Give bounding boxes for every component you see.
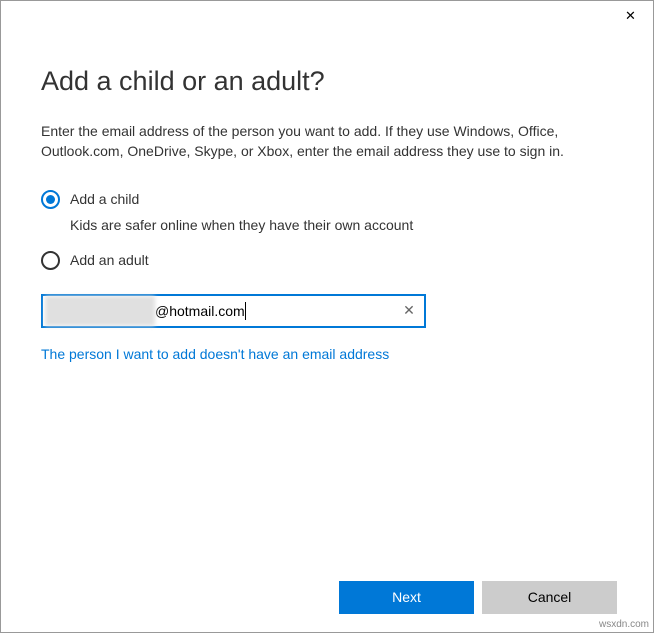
dialog-description: Enter the email address of the person yo… [41, 121, 613, 162]
close-button[interactable]: ✕ [608, 1, 653, 31]
text-caret [245, 302, 246, 320]
radio-label-child: Add a child [70, 191, 139, 207]
cancel-button[interactable]: Cancel [482, 581, 617, 614]
dialog-content: Add a child or an adult? Enter the email… [1, 31, 653, 562]
radio-add-adult[interactable]: Add an adult [41, 251, 613, 270]
titlebar: ✕ [1, 1, 653, 31]
email-input-wrapper[interactable]: @hotmail.com ✕ [41, 294, 426, 328]
attribution-text: wsxdn.com [599, 619, 649, 630]
no-email-link[interactable]: The person I want to add doesn't have an… [41, 346, 613, 362]
radio-add-child[interactable]: Add a child [41, 190, 613, 209]
next-button[interactable]: Next [339, 581, 474, 614]
clear-input-button[interactable]: ✕ [394, 296, 424, 326]
dialog-heading: Add a child or an adult? [41, 66, 613, 97]
radio-hint-child: Kids are safer online when they have the… [70, 217, 613, 233]
email-redacted-portion [45, 296, 155, 326]
close-icon: ✕ [625, 8, 636, 24]
radio-dot-icon [46, 195, 55, 204]
radio-indicator-adult [41, 251, 60, 270]
dialog-footer: Next Cancel [1, 562, 653, 632]
radio-label-adult: Add an adult [70, 252, 149, 268]
radio-indicator-child [41, 190, 60, 209]
email-visible-text: @hotmail.com [155, 303, 245, 319]
account-type-radio-group: Add a child Kids are safer online when t… [41, 190, 613, 270]
clear-icon: ✕ [403, 302, 415, 319]
